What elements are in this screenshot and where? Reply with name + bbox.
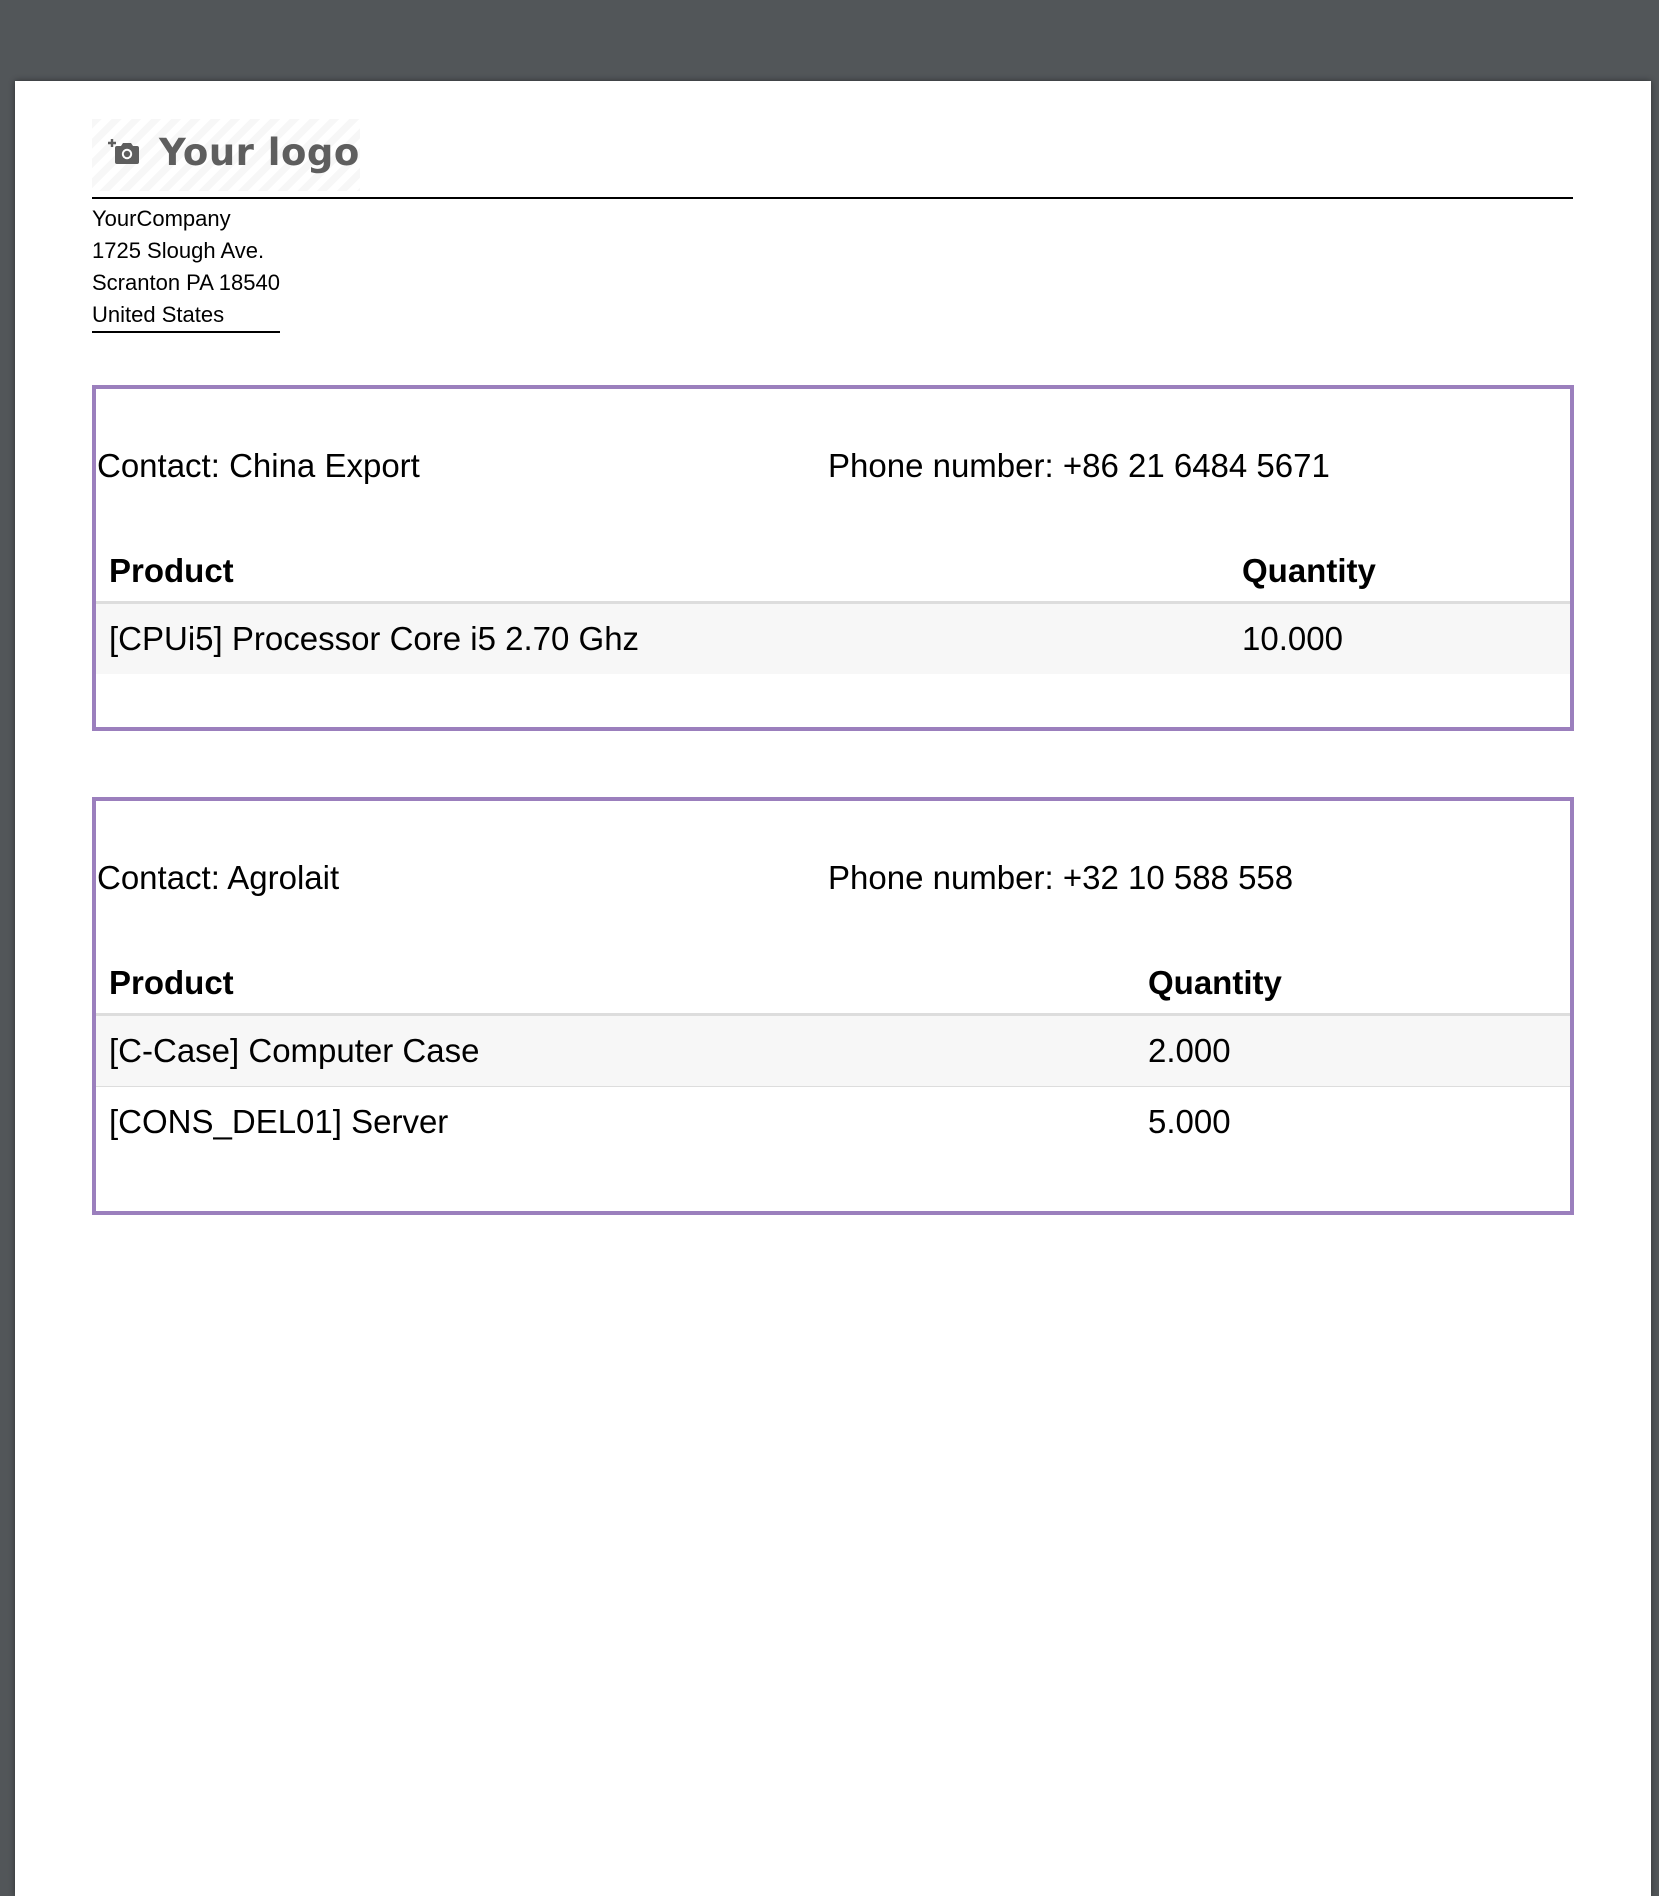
partner-block: Contact: Agrolait Phone number: +32 10 5… xyxy=(92,797,1574,1215)
quantity-column-header: Quantity xyxy=(1135,953,1570,1016)
address-country: United States xyxy=(92,302,225,327)
company-name: YourCompany xyxy=(92,206,231,231)
product-table: Product Quantity [C-Case] Computer Case … xyxy=(96,953,1570,1157)
table-header-row: Product Quantity xyxy=(96,541,1570,604)
contact-phone: Phone number: +86 21 6484 5671 xyxy=(828,447,1330,484)
header-divider xyxy=(92,197,1573,199)
logo-text: Your logo xyxy=(159,131,360,174)
report-page: Your logo YourCompany 1725 Slough Ave. S… xyxy=(15,81,1651,1896)
product-cell: [C-Case] Computer Case xyxy=(96,1014,1135,1087)
quantity-cell: 2.000 xyxy=(1135,1014,1570,1087)
product-column-header: Product xyxy=(96,953,1135,1016)
product-cell: [CPUi5] Processor Core i5 2.70 Ghz xyxy=(96,602,1229,674)
quantity-column-header: Quantity xyxy=(1229,541,1570,604)
company-address: YourCompany 1725 Slough Ave. Scranton PA… xyxy=(92,203,280,333)
contact-name: Contact: Agrolait xyxy=(97,859,340,896)
table-header-row: Product Quantity xyxy=(96,953,1570,1016)
address-city: Scranton PA 18540 xyxy=(92,270,280,295)
contact-row: Contact: China Export Phone number: +86 … xyxy=(97,447,1570,491)
table-row: [CPUi5] Processor Core i5 2.70 Ghz 10.00… xyxy=(96,602,1570,674)
product-table: Product Quantity [CPUi5] Processor Core … xyxy=(96,541,1570,674)
table-row: [CONS_DEL01] Server 5.000 xyxy=(96,1086,1570,1157)
product-cell: [CONS_DEL01] Server xyxy=(96,1086,1135,1157)
contact-row: Contact: Agrolait Phone number: +32 10 5… xyxy=(97,859,1570,903)
contact-phone: Phone number: +32 10 588 558 xyxy=(828,859,1294,896)
product-column-header: Product xyxy=(96,541,1229,604)
contact-name: Contact: China Export xyxy=(97,447,420,484)
table-row: [C-Case] Computer Case 2.000 xyxy=(96,1014,1570,1087)
company-logo[interactable]: Your logo xyxy=(92,119,360,191)
quantity-cell: 10.000 xyxy=(1229,602,1570,674)
address-street: 1725 Slough Ave. xyxy=(92,238,265,263)
partner-block: Contact: China Export Phone number: +86 … xyxy=(92,385,1574,731)
camera-add-icon xyxy=(108,139,139,164)
quantity-cell: 5.000 xyxy=(1135,1086,1570,1157)
